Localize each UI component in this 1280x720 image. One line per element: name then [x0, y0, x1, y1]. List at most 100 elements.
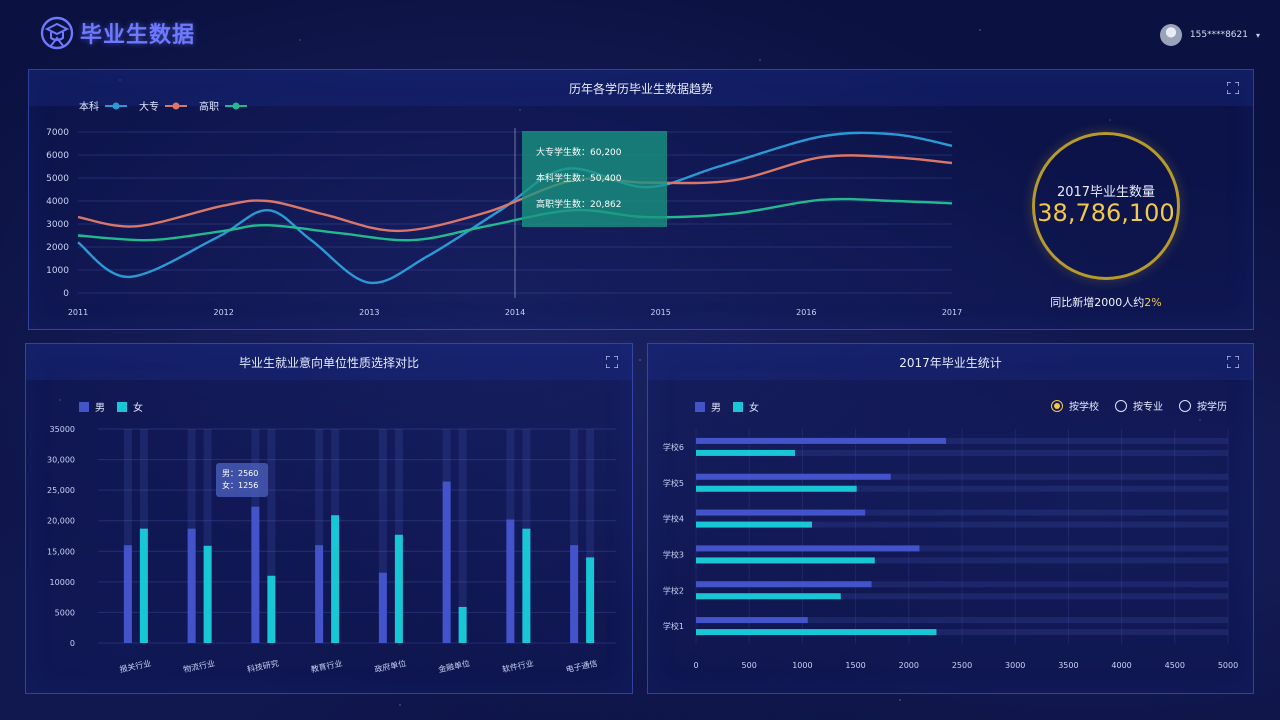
user-menu[interactable]: 155****8621 ▾	[1159, 24, 1260, 46]
y-tick-label: 学校5	[663, 478, 684, 488]
y-tick-label: 35000	[50, 425, 75, 434]
kpi-value: 38,786,100	[1037, 199, 1175, 227]
bar	[331, 515, 340, 643]
trend-line-chart: 0 1000 2000 3000 4000 5000 6000 7000 2011 2012 201…	[46, 128, 962, 317]
x-tick-label: 2000	[899, 661, 919, 670]
x-tick-label: 2012	[213, 308, 233, 317]
bar	[696, 629, 937, 636]
y-tick-label: 30,000	[47, 456, 75, 465]
x-tick-label: 3000	[1005, 661, 1025, 670]
x-tick-label: 教育行业	[310, 658, 343, 674]
fullscreen-icon[interactable]	[1227, 82, 1239, 94]
bar	[696, 593, 841, 600]
avatar[interactable]	[1159, 24, 1182, 46]
x-tick-label: 2016	[796, 308, 816, 317]
tooltip-line: 本科学生数：50,400	[536, 174, 622, 184]
x-tick-label: 2013	[359, 308, 379, 317]
y-tick-label: 7000	[46, 128, 69, 138]
y-tick-label: 5000	[46, 174, 69, 184]
y-tick-label: 15,000	[47, 547, 75, 556]
y-tick-label: 学校6	[663, 442, 684, 452]
bar	[696, 557, 875, 564]
bar	[696, 521, 812, 528]
x-tick-label: 4000	[1111, 661, 1131, 670]
trend-panel: 历年各学历毕业生数据趋势 本科 大专 高职 0 1000 2000 3000 4000 5…	[28, 69, 1254, 330]
kpi-ring: 2017毕业生数量 38,786,100	[1032, 132, 1180, 280]
stats-panel: 2017年毕业生统计 男 女 按学校 按专业 按学历 0 500 1000 1500 2…	[647, 343, 1254, 694]
y-tick-label: 1000	[46, 266, 69, 276]
chevron-down-icon[interactable]: ▾	[1256, 31, 1260, 40]
app-title: 毕业生数据	[80, 23, 196, 48]
x-tick-label: 物流行业	[182, 658, 215, 674]
kpi-growth: 同比新增2000人约2%	[1032, 294, 1180, 310]
tooltip-line: 高职学生数：20,862	[536, 200, 622, 210]
user-name[interactable]: 155****8621	[1190, 30, 1248, 40]
bar	[123, 545, 132, 643]
bar	[315, 545, 324, 643]
x-tick-label: 金融单位	[437, 658, 470, 674]
bar	[251, 506, 260, 643]
bar	[187, 528, 196, 643]
tooltip-line: 男：2560	[222, 469, 259, 478]
y-tick-label: 学校3	[663, 549, 684, 559]
x-tick-label: 2015	[650, 308, 670, 317]
trend-tooltip: 大专学生数：60,200 本科学生数：50,400 高职学生数：20,862	[522, 131, 667, 227]
bar	[442, 481, 451, 643]
y-tick-label: 2000	[46, 243, 69, 253]
x-tick-label: 2014	[505, 308, 525, 317]
stats-hbar-chart: 0 500 1000 1500 2000 2500 3000 3500 4000 4500 5000…	[663, 429, 1238, 670]
x-tick-label: 2011	[68, 308, 88, 317]
x-tick-label: 2017	[942, 308, 962, 317]
x-tick-label: 政府单位	[374, 658, 407, 674]
bar	[696, 545, 920, 552]
y-tick-label: 6000	[46, 151, 69, 161]
bar	[203, 545, 212, 643]
y-tick-label: 20,000	[47, 517, 75, 526]
y-tick-label: 0	[70, 639, 75, 648]
y-tick-label: 学校1	[663, 621, 684, 631]
tooltip-line: 女：1256	[222, 481, 259, 490]
bar	[570, 545, 579, 643]
x-tick-label: 电子通信	[565, 658, 598, 674]
bar	[586, 557, 595, 643]
x-tick-label: 3500	[1058, 661, 1078, 670]
bar	[267, 575, 276, 643]
header: 毕业生数据 155****8621 ▾	[0, 0, 1280, 68]
bar	[522, 528, 531, 643]
x-tick-label: 4500	[1165, 661, 1185, 670]
employment-bar-chart: 0 5000 10000 15,000 20,000 25,000 30,000 35000 报…	[47, 425, 616, 674]
x-tick-label: 5000	[1218, 661, 1238, 670]
x-tick-label: 软件行业	[501, 658, 534, 674]
bar-tooltip: 男：2560 女：1256	[216, 463, 268, 497]
bar	[696, 509, 866, 516]
kpi-growth-text: 同比新增2000人约	[1050, 296, 1145, 309]
x-tick-label: 科技研究	[246, 658, 279, 674]
y-tick-label: 3000	[46, 220, 69, 230]
x-tick-label: 2500	[952, 661, 972, 670]
tooltip-line: 大专学生数：60,200	[536, 148, 622, 158]
x-tick-label: 报关行业	[119, 658, 152, 674]
logo: 毕业生数据	[40, 16, 195, 50]
y-tick-label: 学校2	[663, 585, 684, 595]
x-tick-label: 500	[742, 661, 757, 670]
y-tick-label: 5000	[55, 608, 75, 617]
bar	[378, 572, 387, 643]
kpi-growth-pct: 2%	[1144, 296, 1162, 309]
y-tick-label: 4000	[46, 197, 69, 207]
bar	[696, 581, 872, 588]
x-tick-label: 1000	[792, 661, 812, 670]
bar	[394, 534, 403, 643]
bar	[696, 473, 891, 480]
bar	[696, 617, 808, 624]
graduation-logo-icon	[40, 16, 74, 50]
kpi-label: 2017毕业生数量	[1056, 185, 1156, 200]
y-tick-label: 学校4	[663, 514, 684, 524]
bar	[506, 519, 515, 643]
x-tick-label: 0	[693, 661, 698, 670]
bar	[696, 437, 947, 444]
bar	[139, 528, 148, 643]
x-tick-label: 1500	[845, 661, 865, 670]
y-tick-label: 10000	[50, 578, 75, 587]
y-tick-label: 0	[63, 289, 69, 299]
bar	[458, 606, 467, 643]
